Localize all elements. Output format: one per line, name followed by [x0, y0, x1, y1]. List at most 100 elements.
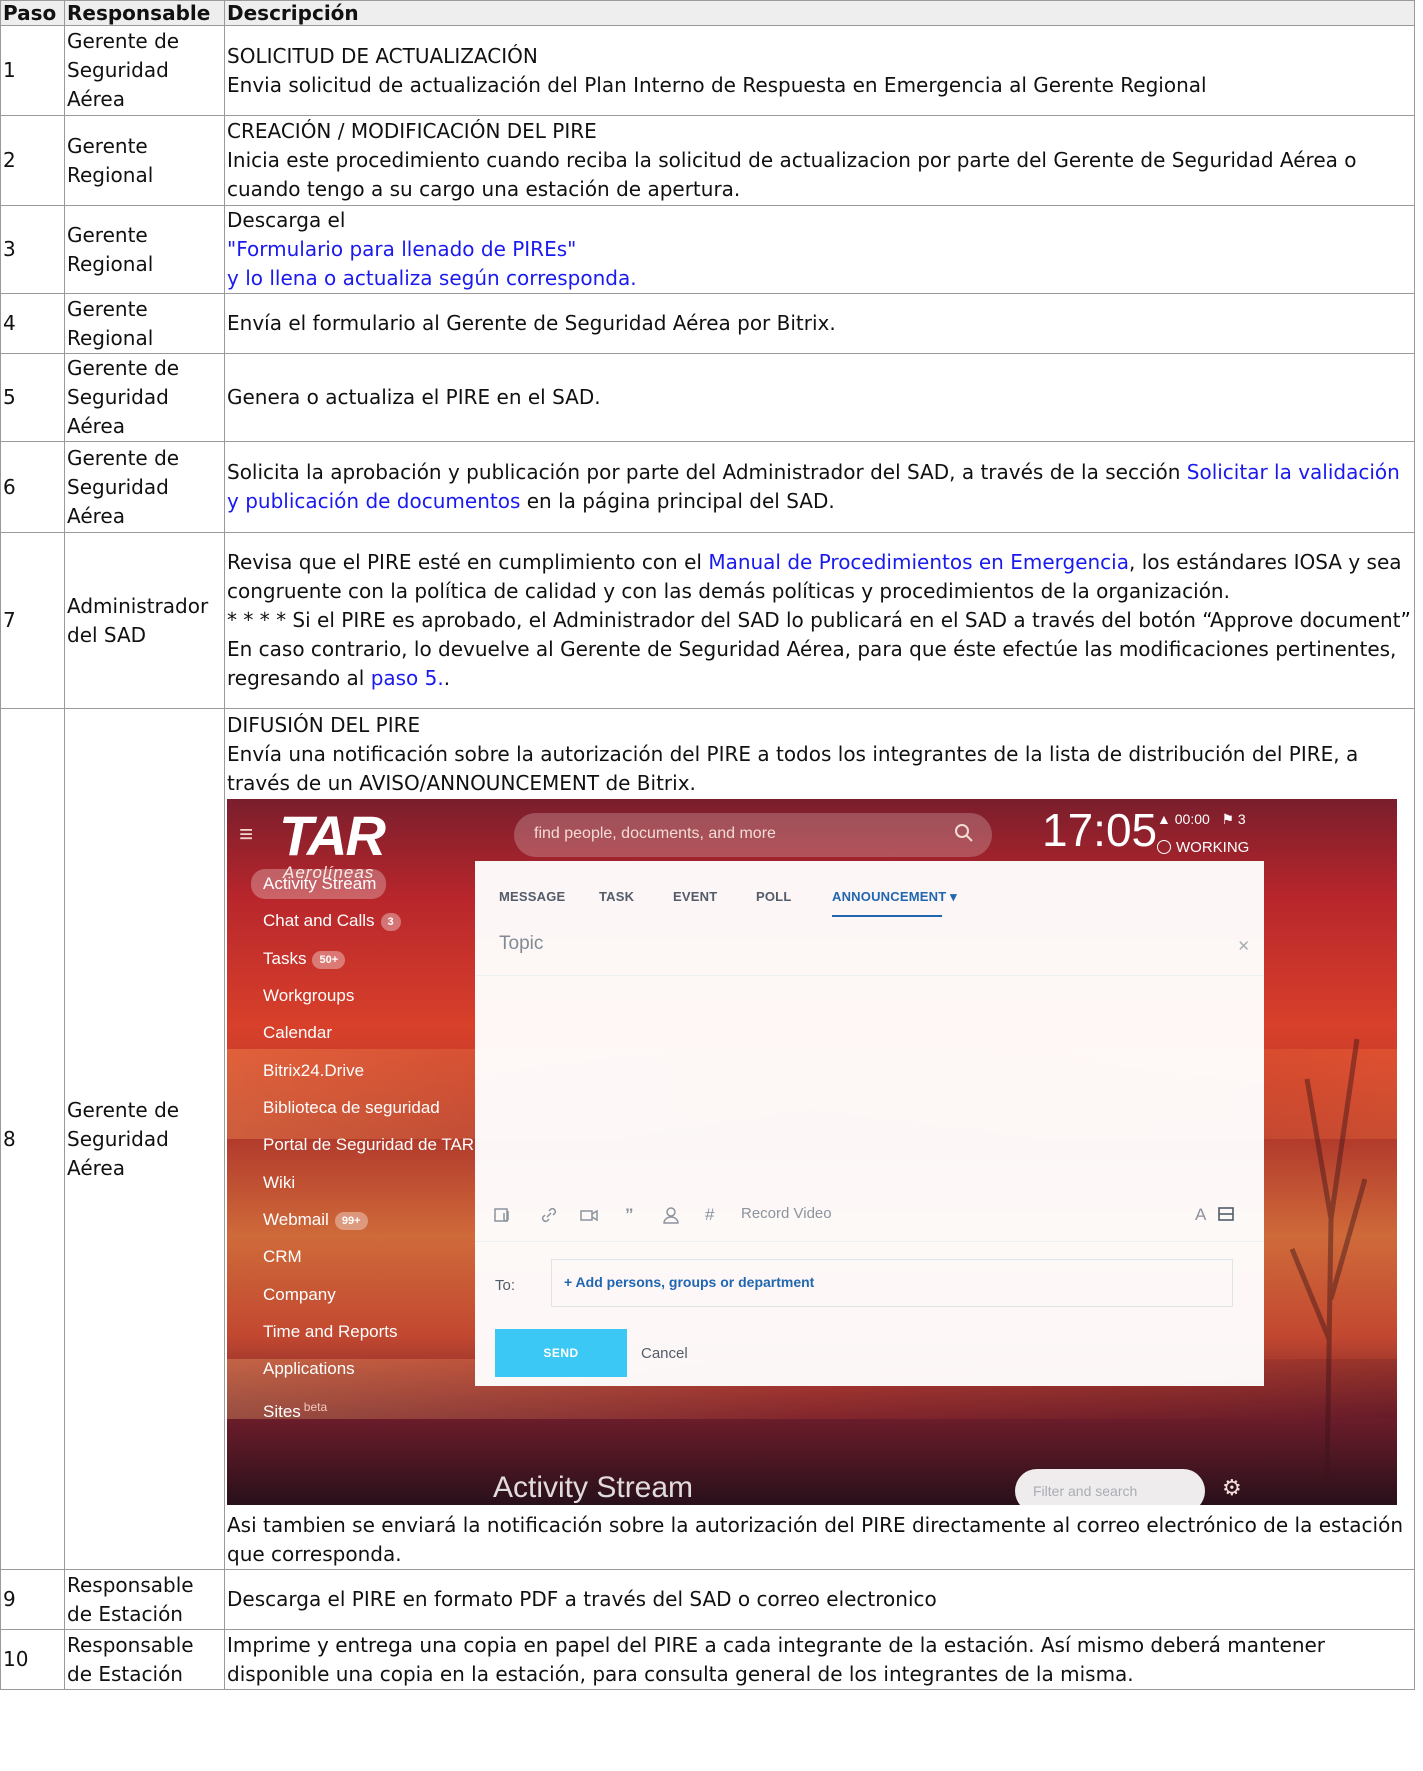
- tab-message[interactable]: MESSAGE: [499, 889, 565, 904]
- cancel-button[interactable]: Cancel: [641, 1345, 688, 1362]
- description-cell: DIFUSIÓN DEL PIRE Envía una notificación…: [224, 708, 1415, 1570]
- tab-task[interactable]: TASK: [599, 889, 634, 904]
- search-icon[interactable]: [954, 823, 974, 843]
- hashtag-icon[interactable]: #: [705, 1205, 714, 1225]
- table-row: 8 Gerente de Seguridad Aérea DIFUSIÓN DE…: [0, 708, 1415, 1570]
- header-responsible: Responsable: [64, 0, 225, 26]
- table-row: 1 Gerente de Seguridad Aérea SOLICITUD D…: [0, 25, 1415, 116]
- sidebar-item-label: Tasks: [263, 949, 307, 968]
- step-number: 6: [0, 441, 65, 533]
- description-text: Revisa que el PIRE esté en cumplimiento …: [227, 550, 709, 574]
- description-text: Asi tambien se enviará la notificación s…: [227, 1513, 1403, 1566]
- toggle-panel-icon[interactable]: [1217, 1205, 1235, 1223]
- sidebar-item-safety-library[interactable]: Biblioteca de seguridad: [251, 1093, 450, 1123]
- form-download-link-continued[interactable]: y lo llena o actualiza según corresponda…: [227, 264, 1412, 293]
- sidebar-item-sites[interactable]: Sites beta: [251, 1392, 337, 1422]
- recipients-field[interactable]: + Add persons, groups or department: [551, 1259, 1233, 1307]
- tab-poll[interactable]: POLL: [756, 889, 791, 904]
- sidebar-item-activity-stream[interactable]: Activity Stream: [251, 869, 387, 899]
- sidebar-item-drive[interactable]: Bitrix24.Drive: [251, 1056, 374, 1086]
- step-number: 7: [0, 532, 65, 709]
- step-number: 3: [0, 205, 65, 294]
- quote-icon[interactable]: ”: [625, 1205, 634, 1225]
- form-download-link[interactable]: "Formulario para llenado de PIREs": [227, 235, 1412, 264]
- emergency-manual-link[interactable]: Manual de Procedimientos en Emergencia: [708, 550, 1129, 574]
- topic-field[interactable]: Topic ✕: [475, 919, 1264, 976]
- responsible-cell: Gerente de Seguridad Aérea: [64, 441, 225, 533]
- description-cell: Imprime y entrega una copia en papel del…: [224, 1629, 1415, 1690]
- editor-toolbar: ” # Record Video A: [475, 1191, 1264, 1242]
- sidebar-item-label: Webmail: [263, 1210, 329, 1229]
- text-format-icon[interactable]: A: [1195, 1205, 1206, 1225]
- description-text: Descarga el: [227, 208, 346, 232]
- table-row: 4 Gerente Regional Envía el formulario a…: [0, 293, 1415, 354]
- sidebar-item-label: Company: [263, 1285, 336, 1304]
- description-cell: Solicita la aprobación y publicación por…: [224, 441, 1415, 533]
- description-cell: SOLICITUD DE ACTUALIZACIÓN Envia solicit…: [224, 25, 1415, 116]
- status-icon: [1157, 840, 1171, 854]
- sidebar-item-label: Workgroups: [263, 986, 355, 1005]
- sidebar-item-tasks[interactable]: Tasks 50+: [251, 944, 355, 974]
- sidebar-item-webmail[interactable]: Webmail 99+: [251, 1205, 378, 1235]
- post-form-panel: MESSAGE TASK EVENT POLL ANNOUNCEMENT ▾ T…: [475, 861, 1264, 1386]
- sidebar-item-label: Activity Stream: [263, 874, 377, 893]
- table-row: 9 Responsable de Estación Descarga el PI…: [0, 1569, 1415, 1630]
- attach-file-icon[interactable]: [493, 1205, 513, 1225]
- menu-icon[interactable]: ≡: [239, 821, 253, 849]
- count-badge: 99+: [334, 1212, 368, 1230]
- sidebar-item-applications[interactable]: Applications: [251, 1354, 365, 1384]
- add-recipients-link[interactable]: + Add persons, groups or department: [564, 1274, 814, 1290]
- close-icon[interactable]: ✕: [1237, 937, 1250, 955]
- responsible-cell: Gerente de Seguridad Aérea: [64, 353, 225, 442]
- filter-search-input[interactable]: Filter and search: [1015, 1469, 1205, 1505]
- description-text: Envía una notificación sobre la autoriza…: [227, 742, 1359, 795]
- table-row: 6 Gerente de Seguridad Aérea Solicita la…: [0, 441, 1415, 533]
- description-text: Solicita la aprobación y publicación por…: [227, 460, 1187, 484]
- tab-announcement[interactable]: ANNOUNCEMENT ▾: [832, 889, 957, 905]
- responsible-cell: Gerente Regional: [64, 293, 225, 354]
- sidebar-item-time-and-reports[interactable]: Time and Reports: [251, 1317, 407, 1347]
- selected-tab-indicator: [832, 915, 942, 917]
- sidebar-item-label: Wiki: [263, 1173, 296, 1192]
- responsible-cell: Gerente de Seguridad Aérea: [64, 25, 225, 116]
- sidebar-item-company[interactable]: Company: [251, 1280, 346, 1310]
- description-cell: Descarga el "Formulario para llenado de …: [224, 205, 1415, 294]
- responsible-cell: Responsable de Estación: [64, 1569, 225, 1630]
- topic-placeholder: Topic: [499, 933, 544, 954]
- gear-icon[interactable]: ⚙: [1222, 1475, 1242, 1501]
- video-icon[interactable]: [579, 1205, 599, 1225]
- sidebar-item-label: Calendar: [263, 1023, 332, 1042]
- tar-logo: TAR: [279, 804, 386, 867]
- sidebar-item-crm[interactable]: CRM: [251, 1242, 312, 1272]
- sidebar-item-wiki[interactable]: Wiki: [251, 1168, 305, 1198]
- work-status[interactable]: WORKING: [1157, 839, 1249, 856]
- section-title: CREACIÓN / MODIFICACIÓN DEL PIRE: [227, 119, 597, 143]
- description-cell: Envía el formulario al Gerente de Seguri…: [224, 293, 1415, 354]
- sidebar-item-safety-portal[interactable]: Portal de Seguridad de TAR: [251, 1130, 484, 1160]
- step-number: 8: [0, 708, 65, 1570]
- search-input[interactable]: find people, documents, and more: [514, 813, 992, 857]
- table-row: 5 Gerente de Seguridad Aérea Genera o ac…: [0, 353, 1415, 442]
- link-icon[interactable]: [539, 1205, 559, 1225]
- table-row: 10 Responsable de Estación Imprime y ent…: [0, 1629, 1415, 1690]
- description-text: Envia solicitud de actualización del Pla…: [227, 72, 1207, 97]
- sidebar-item-label: Time and Reports: [263, 1322, 398, 1341]
- description-cell: Genera o actualiza el PIRE en el SAD.: [224, 353, 1415, 442]
- tab-event[interactable]: EVENT: [673, 889, 717, 904]
- table-row: 3 Gerente Regional Descarga el "Formular…: [0, 205, 1415, 294]
- notification-counters[interactable]: ▲ 00:00 ⚑ 3: [1157, 811, 1246, 828]
- sidebar-item-workgroups[interactable]: Workgroups: [251, 981, 364, 1011]
- procedure-table: Paso Responsable Descripción 1 Gerente d…: [0, 0, 1415, 1690]
- record-video-button[interactable]: Record Video: [741, 1205, 832, 1222]
- sidebar-item-calendar[interactable]: Calendar: [251, 1018, 342, 1048]
- table-row: 2 Gerente Regional CREACIÓN / MODIFICACI…: [0, 115, 1415, 206]
- send-button[interactable]: SEND: [495, 1329, 627, 1377]
- mention-person-icon[interactable]: [661, 1205, 681, 1225]
- step-number: 9: [0, 1569, 65, 1630]
- description-text: en la página principal del SAD.: [520, 489, 835, 513]
- sidebar-item-chat-and-calls[interactable]: Chat and Calls 3: [251, 906, 411, 936]
- table-row: 7 Administrador del SAD Revisa que el PI…: [0, 532, 1415, 709]
- step-number: 5: [0, 353, 65, 442]
- step-5-link[interactable]: paso 5.: [371, 666, 444, 690]
- description-cell: Revisa que el PIRE esté en cumplimiento …: [224, 532, 1415, 709]
